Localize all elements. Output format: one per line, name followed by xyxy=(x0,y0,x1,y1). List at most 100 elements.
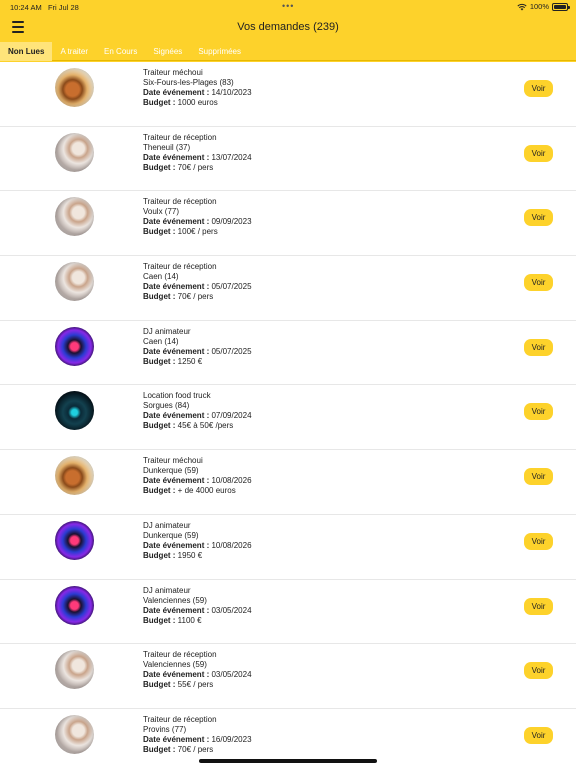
event-location: Valenciennes (59) xyxy=(143,595,207,605)
event-budget: 1950 € xyxy=(177,550,203,560)
event-budget: 45€ à 50€ /pers xyxy=(177,421,234,431)
event-date: 05/07/2025 xyxy=(211,282,252,292)
service-photo xyxy=(55,520,94,560)
budget-label: Budget : xyxy=(143,162,176,172)
event-budget: 55€ / pers xyxy=(177,680,214,690)
event-location: Caen (14) xyxy=(143,272,179,282)
voir-button[interactable]: Voir xyxy=(524,403,553,421)
service-photo xyxy=(55,197,94,237)
service-photo xyxy=(55,68,94,107)
event-date: 16/09/2023 xyxy=(211,734,252,744)
request-info: Traiteur de réception Provins (77) Date év… xyxy=(143,715,252,755)
service-photo xyxy=(55,391,94,431)
date-label: Date événement : xyxy=(143,670,210,680)
voir-button[interactable]: Voir xyxy=(524,597,553,615)
list-item[interactable]: DJ animateur Dunkerque (59) Date événement… xyxy=(0,515,576,580)
tab-supprimees[interactable]: Supprimées xyxy=(190,42,249,61)
list-item[interactable]: Traiteur de réception Theneuil (37) Date é… xyxy=(0,127,576,192)
event-location: Caen (14) xyxy=(143,336,179,346)
voir-button[interactable]: Voir xyxy=(524,726,553,744)
event-location: Valenciennes (59) xyxy=(143,660,207,670)
request-info: Traiteur méchoui Six-Fours-les-Plages (83… xyxy=(143,68,252,108)
voir-button[interactable]: Voir xyxy=(524,274,553,292)
service-name: Traiteur de réception xyxy=(143,132,217,142)
tab-bar: Non Lues A traiter En Cours Signées Supprimé… xyxy=(0,41,576,61)
voir-button[interactable]: Voir xyxy=(524,468,553,486)
voir-button[interactable]: Voir xyxy=(524,80,553,97)
event-location: Dunkerque (59) xyxy=(143,466,199,476)
request-info: Location food truck Sorgues (84) Date évén… xyxy=(143,391,252,431)
list-item[interactable]: Traiteur méchoui Six-Fours-les-Plages (83… xyxy=(0,62,576,127)
list-item[interactable]: Traiteur de réception Valenciennes (59) Da… xyxy=(0,644,576,709)
list-item[interactable]: Traiteur de réception Caen (14) Date événe… xyxy=(0,256,576,321)
service-name: Traiteur de réception xyxy=(143,197,217,207)
event-date: 07/09/2024 xyxy=(211,411,252,421)
event-budget: 70€ / pers xyxy=(177,292,214,302)
budget-label: Budget : xyxy=(143,227,176,237)
list-item[interactable]: DJ animateur Valenciennes (59) Date événem… xyxy=(0,580,576,645)
budget-label: Budget : xyxy=(143,550,176,560)
voir-button[interactable]: Voir xyxy=(524,144,553,162)
home-indicator[interactable] xyxy=(199,759,377,763)
date-label: Date événement : xyxy=(143,217,210,227)
event-location: Dunkerque (59) xyxy=(143,530,199,540)
event-location: Sorgues (84) xyxy=(143,401,190,411)
voir-button[interactable]: Voir xyxy=(524,532,553,550)
event-budget: 1250 € xyxy=(177,356,203,366)
list-item[interactable]: Traiteur méchoui Dunkerque (59) Date événe… xyxy=(0,450,576,515)
date-label: Date événement : xyxy=(143,152,210,162)
request-list: Traiteur méchoui Six-Fours-les-Plages (83… xyxy=(0,62,576,758)
date-label: Date événement : xyxy=(143,605,210,615)
list-item[interactable]: Traiteur de réception Provins (77) Date év… xyxy=(0,709,576,758)
request-info: DJ animateur Dunkerque (59) Date événement… xyxy=(143,521,252,561)
tab-non-lues[interactable]: Non Lues xyxy=(0,41,53,61)
event-budget: 1100 € xyxy=(177,615,202,625)
service-photo xyxy=(55,262,94,302)
status-bar: 10:24 AM Fri Jul 28 ••• 100% xyxy=(0,0,576,14)
event-location: Six-Fours-les-Plages (83) xyxy=(143,78,234,87)
tab-en-cours[interactable]: En Cours xyxy=(96,42,145,61)
event-date: 13/07/2024 xyxy=(211,152,252,162)
tab-signees[interactable]: Signées xyxy=(145,42,190,61)
battery-percent: 100% xyxy=(529,2,549,11)
service-photo xyxy=(55,132,94,172)
list-item[interactable]: Traiteur de réception Voulx (77) Date évén… xyxy=(0,191,576,257)
event-budget: 70€ / pers xyxy=(177,162,214,172)
request-info: Traiteur de réception Valenciennes (59) Da… xyxy=(143,650,252,690)
request-info: Traiteur de réception Theneuil (37) Date é… xyxy=(143,133,252,173)
date-label: Date événement : xyxy=(143,411,210,421)
event-budget: + de 4000 euros xyxy=(177,486,236,496)
status-time: 10:24 AM Fri Jul 28 xyxy=(10,3,79,12)
event-date: 09/09/2023 xyxy=(211,217,252,227)
service-photo xyxy=(55,650,94,690)
event-date: 10/08/2026 xyxy=(211,476,252,486)
list-item[interactable]: DJ animateur Caen (14) Date événement : 05… xyxy=(0,321,576,386)
service-name: DJ animateur xyxy=(143,585,191,595)
multitasking-dots[interactable]: ••• xyxy=(282,1,294,11)
event-date: 14/10/2023 xyxy=(211,88,252,97)
status-date: Fri Jul 28 xyxy=(47,3,79,12)
service-name: DJ animateur xyxy=(143,326,191,336)
service-photo xyxy=(55,326,94,366)
event-date: 05/07/2025 xyxy=(211,346,252,356)
event-date: 03/05/2024 xyxy=(211,670,252,680)
service-photo xyxy=(55,585,94,625)
voir-button[interactable]: Voir xyxy=(524,338,553,356)
service-name: Traiteur méchoui xyxy=(143,68,203,77)
date-label: Date événement : xyxy=(143,346,210,356)
service-name: Traiteur méchoui xyxy=(143,456,203,466)
service-name: Traiteur de réception xyxy=(143,650,217,660)
budget-label: Budget : xyxy=(143,744,176,754)
voir-button[interactable]: Voir xyxy=(524,209,553,227)
list-item[interactable]: Location food truck Sorgues (84) Date évén… xyxy=(0,385,576,451)
voir-button[interactable]: Voir xyxy=(524,662,553,680)
event-date: 03/05/2024 xyxy=(211,605,252,615)
event-location: Theneuil (37) xyxy=(143,142,191,152)
status-right: 100% xyxy=(517,2,570,11)
service-name: Location food truck xyxy=(143,391,211,401)
tab-a-traiter[interactable]: A traiter xyxy=(52,42,96,61)
event-location: Voulx (77) xyxy=(143,207,180,217)
service-photo xyxy=(55,456,94,496)
request-info: Traiteur méchoui Dunkerque (59) Date événe… xyxy=(143,456,252,496)
page-title: Vos demandes (239) xyxy=(237,21,339,33)
